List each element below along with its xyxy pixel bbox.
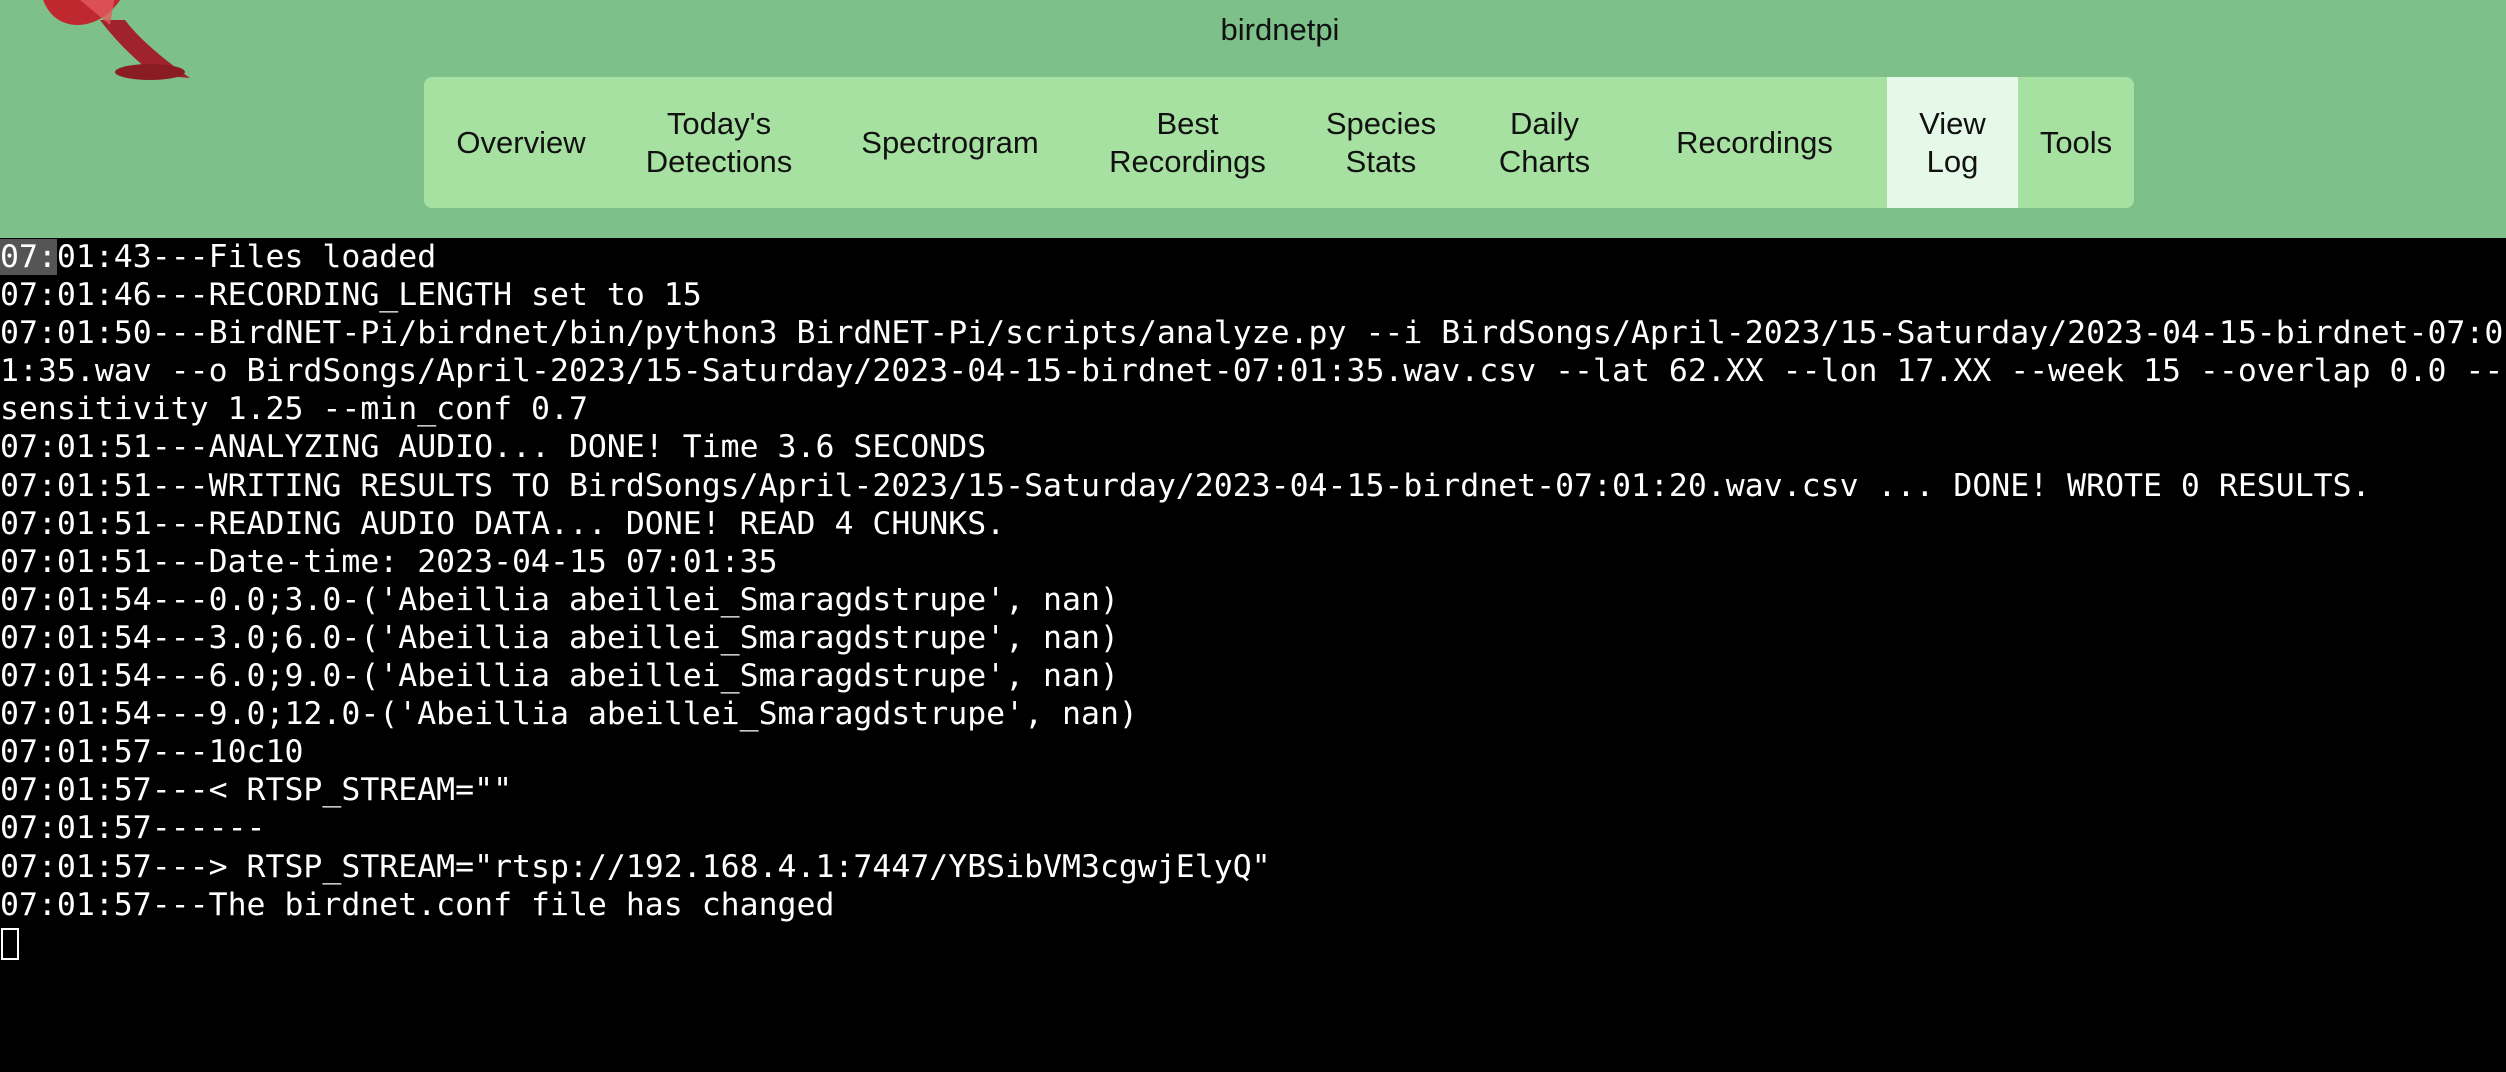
log-line: 07:01:54---9.0;12.0-('Abeillia abeillei_… [0, 696, 1138, 733]
header-bar: birdnetpi Overview Today's Detections Sp… [0, 0, 2506, 238]
log-terminal[interactable]: 07:01:43---Files loaded 07:01:46---RECOR… [0, 238, 2506, 1072]
log-line: 07:01:57---> RTSP_STREAM="rtsp://192.168… [0, 848, 1271, 885]
log-line: 07:01:57---< RTSP_STREAM="" [0, 772, 513, 809]
text-selection: 07: [0, 239, 57, 275]
nav-overview[interactable]: Overview [424, 77, 618, 208]
log-line: 07:01:57---The birdnet.conf file has cha… [0, 886, 835, 923]
log-line: 07:01:54---3.0;6.0-('Abeillia abeillei_S… [0, 619, 1119, 656]
nav-best-recordings[interactable]: Best Recordings [1080, 77, 1295, 208]
nav-daily-charts[interactable]: Daily Charts [1467, 77, 1622, 208]
log-line: 07:01:46---RECORDING_LENGTH set to 15 [0, 277, 702, 314]
log-line: sensitivity 1.25 --min_conf 0.7 [0, 391, 588, 428]
main-nav: Overview Today's Detections Spectrogram … [424, 77, 2134, 208]
nav-tools[interactable]: Tools [2018, 77, 2134, 208]
log-line: 07:01:51---ANALYZING AUDIO... DONE! Time… [0, 429, 987, 466]
terminal-cursor [1, 927, 19, 960]
log-line: 07:01:51---READING AUDIO DATA... DONE! R… [0, 505, 1006, 542]
log-line: 07:01:54---6.0;9.0-('Abeillia abeillei_S… [0, 658, 1119, 695]
nav-todays-detections[interactable]: Today's Detections [618, 77, 820, 208]
nav-view-log[interactable]: View Log [1887, 77, 2018, 208]
nav-species-stats[interactable]: Species Stats [1295, 77, 1467, 208]
log-line: 07:01:50---BirdNET-Pi/birdnet/bin/python… [0, 315, 2504, 352]
cursor-line [0, 924, 2506, 962]
nav-recordings[interactable]: Recordings [1622, 77, 1887, 208]
log-line: 1:35.wav --o BirdSongs/April-2023/15-Sat… [0, 353, 2504, 390]
log-line: 07:01:54---0.0;3.0-('Abeillia abeillei_S… [0, 581, 1119, 618]
nav-spectrogram[interactable]: Spectrogram [820, 77, 1080, 208]
log-line: 07:01:51---WRITING RESULTS TO BirdSongs/… [0, 467, 2371, 504]
log-line: 07:01:57---10c10 [0, 734, 304, 771]
log-line: 07:01:57------ [0, 810, 266, 847]
log-line: 07:01:43---Files loaded [0, 239, 437, 275]
site-title: birdnetpi [1220, 12, 1340, 47]
log-line: 07:01:51---Date-time: 2023-04-15 07:01:3… [0, 543, 778, 580]
